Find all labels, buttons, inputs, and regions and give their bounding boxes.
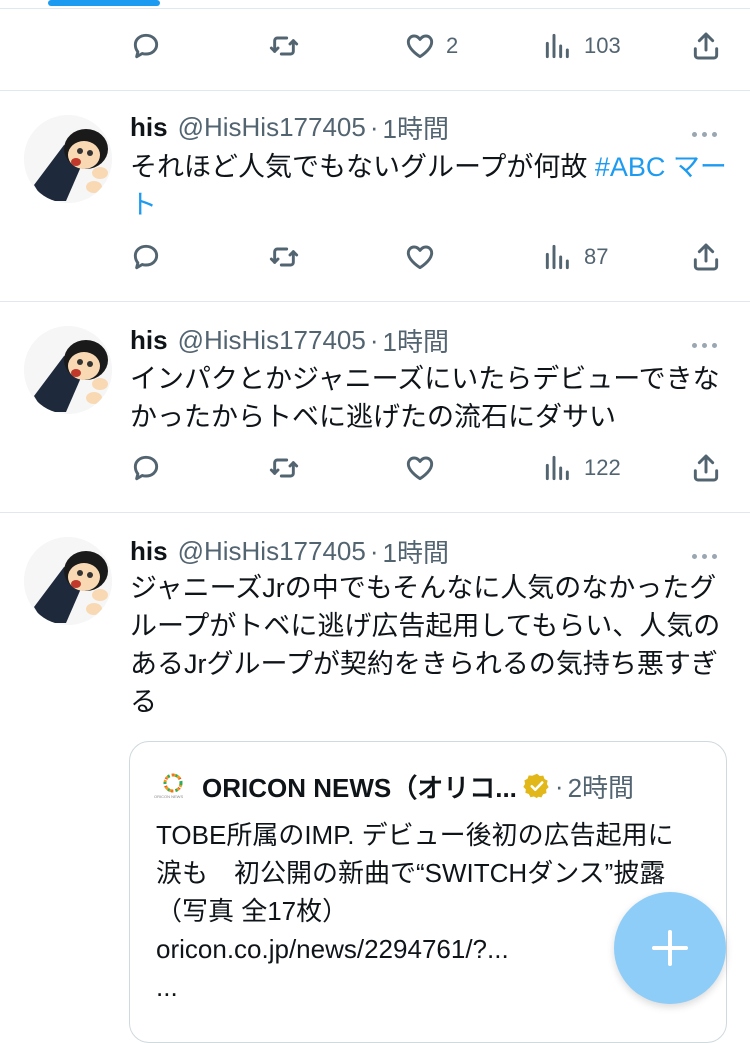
quoted-tweet-card[interactable]: ORICON NEWS ORICON NEWS（オリコ... · 2時間 TOB… — [129, 741, 727, 1043]
reply-icon — [133, 455, 159, 481]
timestamp[interactable]: 1時間 — [383, 533, 449, 570]
like-button[interactable] — [404, 446, 446, 490]
divider — [0, 8, 750, 9]
like-count: 2 — [446, 33, 459, 58]
separator-dot: · — [554, 770, 564, 801]
retweet-button[interactable] — [268, 235, 310, 279]
avatar-illustration — [24, 115, 112, 203]
avatar[interactable] — [24, 326, 112, 414]
share-icon — [693, 32, 719, 60]
verified-badge-icon — [523, 773, 549, 799]
more-icon — [692, 335, 722, 352]
share-button[interactable] — [690, 24, 722, 68]
like-button[interactable]: 2 — [404, 24, 458, 68]
more-button[interactable] — [692, 124, 722, 137]
heart-icon — [406, 245, 434, 270]
tweet-header: his @HisHis177405 · 1時間 — [130, 322, 449, 358]
views-count: 103 — [584, 33, 621, 58]
share-button[interactable] — [690, 446, 722, 490]
separator-dot: · — [369, 111, 379, 142]
reply-button[interactable] — [130, 446, 172, 490]
tab-indicator — [48, 0, 160, 6]
tweet-header: his @HisHis177405 · 1時間 — [130, 533, 449, 569]
avatar[interactable] — [24, 115, 112, 203]
avatar-illustration — [24, 537, 112, 625]
tweet-text: インパクとかジャニーズにいたらデビューできなかったからトベに逃げたの流石にダサい — [130, 364, 720, 432]
quoted-tweet-body: TOBE所属のIMP. デビュー後初の広告起用に涙も 初公開の新曲で“SWITC… — [156, 820, 674, 926]
share-icon — [693, 243, 719, 271]
avatar-illustration — [24, 326, 112, 414]
reply-icon — [133, 33, 159, 59]
heart-icon — [406, 34, 434, 59]
compose-plus-icon — [652, 930, 688, 966]
more-icon — [692, 124, 722, 141]
tweet-text-body: それほど人気でもないグループが何故 — [130, 152, 595, 182]
tweet-text: それほど人気でもないグループが何故 #ABC マート — [130, 148, 730, 224]
tweet-header: his @HisHis177405 · 1時間 — [130, 109, 449, 145]
reply-button[interactable] — [130, 235, 172, 279]
more-icon — [692, 546, 722, 563]
oricon-logo-icon: ORICON NEWS — [154, 771, 188, 801]
compose-button[interactable] — [614, 892, 726, 1004]
divider — [0, 512, 750, 513]
user-handle[interactable]: @HisHis177405 — [178, 325, 366, 356]
quoted-tweet-header: ORICON NEWS ORICON NEWS（オリコ... · 2時間 — [154, 768, 634, 805]
more-button[interactable] — [692, 546, 722, 559]
tweet-actions: 2 103 — [130, 24, 730, 68]
timestamp[interactable]: 1時間 — [383, 109, 449, 146]
logo-caption: ORICON NEWS — [154, 794, 184, 799]
retweet-icon — [269, 247, 299, 267]
timestamp[interactable]: 1時間 — [383, 322, 449, 359]
user-handle[interactable]: @HisHis177405 — [178, 536, 366, 567]
quoted-tweet-text: TOBE所属のIMP. デビュー後初の広告起用に涙も 初公開の新曲で“SWITC… — [156, 816, 696, 1006]
views-button[interactable]: 87 — [542, 235, 608, 279]
share-button[interactable] — [690, 235, 722, 279]
views-count: 87 — [584, 244, 609, 269]
views-count: 122 — [584, 455, 621, 480]
retweet-icon — [269, 36, 299, 56]
views-icon — [545, 455, 569, 481]
avatar[interactable] — [24, 537, 112, 625]
views-icon — [545, 33, 569, 59]
like-button[interactable] — [404, 235, 446, 279]
views-button[interactable]: 122 — [542, 446, 621, 490]
tweet-actions: 87 — [130, 235, 730, 279]
views-button[interactable]: 103 — [542, 24, 621, 68]
quoted-timestamp[interactable]: 2時間 — [568, 768, 634, 805]
heart-icon — [406, 456, 434, 481]
reply-button[interactable] — [130, 24, 172, 68]
display-name[interactable]: his — [130, 112, 168, 143]
quoted-tweet-ellipsis: ... — [156, 972, 178, 1002]
user-handle[interactable]: @HisHis177405 — [178, 112, 366, 143]
display-name[interactable]: his — [130, 325, 168, 356]
tweet-text: ジャニーズJrの中でもそんなに人気のなかったグループがトベに逃げ広告起用してもら… — [130, 573, 721, 717]
separator-dot: · — [369, 324, 379, 355]
quoted-display-name[interactable]: ORICON NEWS（オリコ... — [202, 768, 517, 805]
retweet-icon — [269, 458, 299, 478]
tweet-actions: 122 — [130, 446, 730, 490]
divider — [0, 301, 750, 302]
retweet-button[interactable] — [268, 24, 310, 68]
share-icon — [693, 454, 719, 482]
separator-dot: · — [369, 535, 379, 566]
retweet-button[interactable] — [268, 446, 310, 490]
views-icon — [545, 244, 569, 270]
more-button[interactable] — [692, 335, 722, 348]
divider — [0, 90, 750, 91]
reply-icon — [133, 244, 159, 270]
display-name[interactable]: his — [130, 536, 168, 567]
